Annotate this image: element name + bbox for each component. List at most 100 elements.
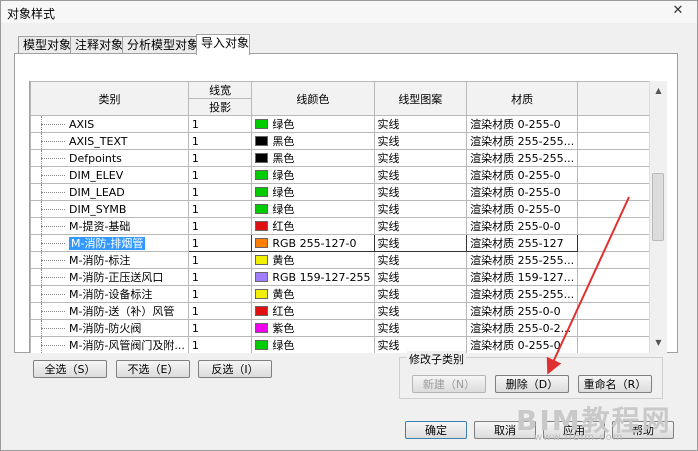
line-width-cell[interactable]: 1 <box>187 183 253 201</box>
category-cell[interactable]: M-消防-风管阀门及附... <box>30 336 189 353</box>
select-none-button[interactable]: 不选（E） <box>116 360 190 378</box>
table-row[interactable]: DIM_SYMB 1 绿色 实线 渲染材质 0-255-0 <box>30 200 650 218</box>
line-width-cell[interactable]: 1 <box>187 302 253 320</box>
rename-subcategory-button[interactable]: 重命名（R） <box>578 375 652 393</box>
line-width-cell[interactable]: 1 <box>187 251 253 269</box>
line-color-cell[interactable]: 黑色 <box>251 132 375 150</box>
material-cell[interactable]: 渲染材质 255-255... <box>466 251 579 269</box>
line-width-cell[interactable]: 1 <box>187 200 253 218</box>
line-pattern-cell[interactable]: 实线 <box>373 132 468 150</box>
category-cell[interactable]: M-消防-正压送风口 <box>30 268 189 286</box>
table-row[interactable]: Defpoints 1 黑色 实线 渲染材质 255-255... <box>30 149 650 167</box>
line-color-cell[interactable]: 黄色 <box>251 251 375 269</box>
header-category[interactable]: 类别 <box>30 81 189 116</box>
header-line-pattern[interactable]: 线型图案 <box>373 81 468 116</box>
line-width-cell[interactable]: 1 <box>187 285 253 303</box>
category-cell[interactable]: Defpoints <box>30 149 189 167</box>
ok-button[interactable]: 确定 <box>405 421 467 439</box>
new-subcategory-button[interactable]: 新建（N） <box>412 375 486 393</box>
line-width-cell[interactable]: 1 <box>187 166 253 184</box>
vertical-scrollbar[interactable]: ▲ ▼ <box>649 81 667 353</box>
material-cell[interactable]: 渲染材质 0-255-0 <box>466 183 579 201</box>
line-color-cell[interactable]: 紫色 <box>251 319 375 337</box>
category-cell[interactable]: M-消防-防火阀 <box>30 319 189 337</box>
line-pattern-cell[interactable]: 实线 <box>373 319 468 337</box>
line-color-cell[interactable]: 绿色 <box>251 336 375 353</box>
line-pattern-cell[interactable]: 实线 <box>373 285 468 303</box>
category-cell[interactable]: AXIS_TEXT <box>30 132 189 150</box>
table-row[interactable]: AXIS 1 绿色 实线 渲染材质 0-255-0 <box>30 115 650 133</box>
scroll-up-icon[interactable]: ▲ <box>650 83 667 99</box>
material-cell[interactable]: 渲染材质 255-0-0 <box>466 217 579 235</box>
table-row[interactable]: AXIS_TEXT 1 黑色 实线 渲染材质 255-255... <box>30 132 650 150</box>
material-cell[interactable]: 渲染材质 0-255-0 <box>466 200 579 218</box>
category-cell[interactable]: M-消防-排烟管 <box>30 234 189 252</box>
line-pattern-cell[interactable]: 实线 <box>373 302 468 320</box>
select-all-button[interactable]: 全选（S） <box>33 360 107 378</box>
material-cell[interactable]: 渲染材质 0-255-0 <box>466 115 579 133</box>
table-row[interactable]: M-消防-风管阀门及附... 1 绿色 实线 渲染材质 0-255-0 <box>30 336 650 353</box>
material-cell[interactable]: 渲染材质 255-255... <box>466 149 579 167</box>
material-cell[interactable]: 渲染材质 255-0-2... <box>466 319 579 337</box>
line-width-cell[interactable]: 1 <box>187 268 253 286</box>
tab-imported-objects[interactable]: 导入对象 <box>196 34 250 55</box>
category-cell[interactable]: DIM_ELEV <box>30 166 189 184</box>
invert-selection-button[interactable]: 反选（I） <box>198 360 272 378</box>
line-pattern-cell[interactable]: 实线 <box>373 234 468 252</box>
category-cell[interactable]: DIM_LEAD <box>30 183 189 201</box>
category-cell[interactable]: M-消防-标注 <box>30 251 189 269</box>
material-cell[interactable]: 渲染材质 255-255... <box>466 132 579 150</box>
material-cell[interactable]: 渲染材质 0-255-0 <box>466 336 579 353</box>
tab-analytical-model-objects[interactable]: 分析模型对象 <box>122 36 199 53</box>
line-pattern-cell[interactable]: 实线 <box>373 251 468 269</box>
line-color-cell[interactable]: 黑色 <box>251 149 375 167</box>
line-pattern-cell[interactable]: 实线 <box>373 115 468 133</box>
line-color-cell[interactable]: 黄色 <box>251 285 375 303</box>
line-width-cell[interactable]: 1 <box>187 115 253 133</box>
tab-annotation-objects[interactable]: 注释对象 <box>70 36 123 53</box>
category-cell[interactable]: M-消防-送（补）风管 <box>30 302 189 320</box>
category-cell[interactable]: M-消防-设备标注 <box>30 285 189 303</box>
line-width-cell[interactable]: 1 <box>187 149 253 167</box>
line-color-cell[interactable]: RGB 255-127-0 <box>251 234 375 252</box>
table-row[interactable]: M-消防-设备标注 1 黄色 实线 渲染材质 255-255... <box>30 285 650 303</box>
table-row[interactable]: M-消防-正压送风口 1 RGB 159-127-255 实线 渲染材质 159-127… <box>30 268 650 286</box>
line-color-cell[interactable]: 绿色 <box>251 115 375 133</box>
table-row[interactable]: M-提资-基础 1 红色 实线 渲染材质 255-0-0 <box>30 217 650 235</box>
category-cell[interactable]: M-提资-基础 <box>30 217 189 235</box>
line-pattern-cell[interactable]: 实线 <box>373 149 468 167</box>
line-color-cell[interactable]: 红色 <box>251 302 375 320</box>
material-cell[interactable]: 渲染材质 0-255-0 <box>466 166 579 184</box>
line-color-cell[interactable]: 绿色 <box>251 200 375 218</box>
line-width-cell[interactable]: 1 <box>187 132 253 150</box>
line-width-cell[interactable]: 1 <box>187 336 253 353</box>
line-pattern-cell[interactable]: 实线 <box>373 166 468 184</box>
material-cell[interactable]: 渲染材质 255-0-0 <box>466 302 579 320</box>
line-color-cell[interactable]: 绿色 <box>251 166 375 184</box>
header-projection[interactable]: 投影 <box>187 98 253 116</box>
scroll-down-icon[interactable]: ▼ <box>650 335 667 351</box>
category-cell[interactable]: AXIS <box>30 115 189 133</box>
table-row[interactable]: DIM_LEAD 1 绿色 实线 渲染材质 0-255-0 <box>30 183 650 201</box>
line-color-cell[interactable]: RGB 159-127-255 <box>251 268 375 286</box>
line-width-cell[interactable]: 1 <box>187 217 253 235</box>
line-width-cell[interactable]: 1 <box>187 319 253 337</box>
table-row[interactable]: M-消防-防火阀 1 紫色 实线 渲染材质 255-0-2... <box>30 319 650 337</box>
table-row[interactable]: M-消防-送（补）风管 1 红色 实线 渲染材质 255-0-0 <box>30 302 650 320</box>
line-pattern-cell[interactable]: 实线 <box>373 217 468 235</box>
table-row[interactable]: M-消防-排烟管 1 RGB 255-127-0 实线 渲染材质 255-127 <box>30 234 650 252</box>
scroll-thumb[interactable] <box>652 173 664 241</box>
line-pattern-cell[interactable]: 实线 <box>373 183 468 201</box>
material-cell[interactable]: 渲染材质 255-255... <box>466 285 579 303</box>
delete-subcategory-button[interactable]: 删除（D） <box>495 375 569 393</box>
line-color-cell[interactable]: 红色 <box>251 217 375 235</box>
category-cell[interactable]: DIM_SYMB <box>30 200 189 218</box>
table-row[interactable]: DIM_ELEV 1 绿色 实线 渲染材质 0-255-0 <box>30 166 650 184</box>
material-cell[interactable]: 渲染材质 159-127... <box>466 268 579 286</box>
table-row[interactable]: M-消防-标注 1 黄色 实线 渲染材质 255-255... <box>30 251 650 269</box>
header-line-color[interactable]: 线颜色 <box>251 81 375 116</box>
header-material[interactable]: 材质 <box>466 81 579 116</box>
tab-model-objects[interactable]: 模型对象 <box>18 36 71 53</box>
close-icon[interactable]: ✕ <box>665 3 691 19</box>
line-color-cell[interactable]: 绿色 <box>251 183 375 201</box>
